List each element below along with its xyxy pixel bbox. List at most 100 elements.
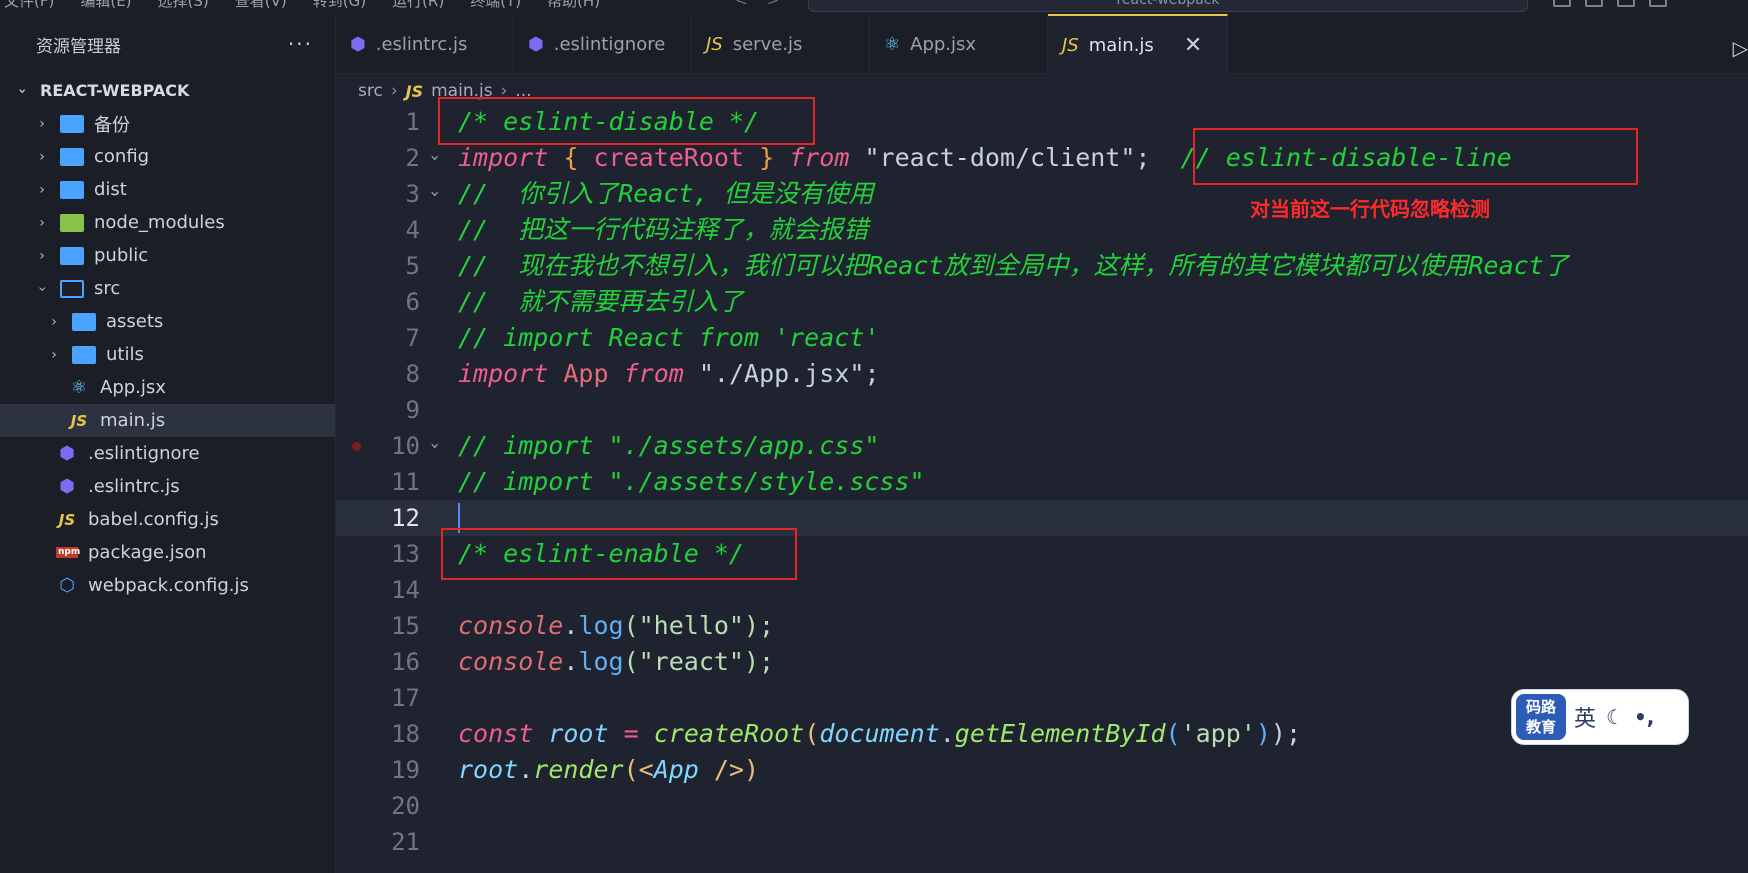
fold-chevron-icon[interactable]: › bbox=[417, 443, 453, 449]
menu-bar: 文件(F) 编辑(E) 选择(S) 查看(V) 转到(G) 运行(R) 终端(T… bbox=[0, 0, 1748, 14]
tree-folder-src[interactable]: › src bbox=[0, 272, 335, 305]
folder-icon bbox=[60, 147, 84, 166]
tab-label: App.jsx bbox=[910, 33, 977, 55]
command-center[interactable]: react-webpack bbox=[808, 0, 1528, 12]
line-number: 6 bbox=[405, 288, 420, 316]
code-text: // 就不需要再去引入了 bbox=[458, 287, 744, 316]
tree-folder-dist[interactable]: › dist bbox=[0, 173, 335, 206]
tree-folder-backup[interactable]: › 备份 bbox=[0, 107, 335, 140]
menu-help[interactable]: 帮助(H) bbox=[543, 0, 604, 11]
code-line: 7 // import React from 'react' bbox=[336, 320, 1748, 356]
explorer-sidebar: 资源管理器 ··· › REACT-WEBPACK › 备份 › config … bbox=[0, 14, 336, 873]
menu-run[interactable]: 运行(R) bbox=[388, 0, 448, 11]
line-number: 19 bbox=[391, 756, 420, 784]
tab-eslintignore[interactable]: ⬢ .eslintignore bbox=[514, 14, 692, 74]
punctuation-icon[interactable]: •, bbox=[1634, 705, 1654, 729]
line-number: 21 bbox=[391, 828, 420, 856]
tree-folder-config[interactable]: › config bbox=[0, 140, 335, 173]
chevron-right-icon: › bbox=[39, 148, 45, 165]
tree-folder-node-modules[interactable]: › node_modules bbox=[0, 206, 335, 239]
line-number: 1 bbox=[405, 108, 420, 136]
tab-main-js[interactable]: JS main.js ✕ bbox=[1048, 14, 1228, 74]
fold-chevron-icon[interactable]: › bbox=[417, 191, 453, 197]
menu-go[interactable]: 转到(G) bbox=[309, 0, 370, 11]
customize-layout-icon[interactable] bbox=[1649, 0, 1667, 7]
tree-file-eslintignore[interactable]: ⬢ .eslintignore bbox=[0, 437, 335, 470]
tree-label: webpack.config.js bbox=[88, 575, 249, 596]
project-root[interactable]: › REACT-WEBPACK bbox=[0, 74, 335, 107]
code-text: console.log("hello"); bbox=[458, 611, 775, 640]
toggle-panel-icon[interactable] bbox=[1585, 0, 1603, 7]
code-text: // 现在我也不想引入，我们可以把React放到全局中，这样，所有的其它模块都可… bbox=[458, 251, 1569, 280]
code-line: 4 // 把这一行代码注释了，就会报错 bbox=[336, 212, 1748, 248]
folder-icon bbox=[72, 345, 96, 364]
menu-selection[interactable]: 选择(S) bbox=[154, 0, 213, 11]
ime-language-toggle[interactable]: 英 bbox=[1574, 701, 1596, 733]
react-icon: ⚛ bbox=[884, 33, 901, 55]
layout-controls bbox=[1553, 0, 1667, 7]
tree-file-main-js[interactable]: JS main.js bbox=[0, 404, 335, 437]
tree-file-webpack-config[interactable]: ⬡ webpack.config.js bbox=[0, 569, 335, 602]
line-number: 13 bbox=[391, 540, 420, 568]
code-line: 8 import App from "./App.jsx"; bbox=[336, 356, 1748, 392]
line-number: 8 bbox=[405, 360, 420, 388]
more-actions-icon[interactable]: ··· bbox=[288, 32, 313, 56]
tab-label: serve.js bbox=[732, 33, 803, 55]
toggle-secondary-sidebar-icon[interactable] bbox=[1617, 0, 1635, 7]
chevron-down-icon: › bbox=[34, 285, 50, 292]
eslint-icon: ⬢ bbox=[528, 33, 544, 55]
moon-icon[interactable]: ☾ bbox=[1606, 705, 1624, 729]
folder-icon bbox=[60, 246, 84, 265]
tree-folder-public[interactable]: › public bbox=[0, 239, 335, 272]
annotation-box-disable bbox=[438, 97, 815, 145]
line-number: 10 bbox=[391, 432, 420, 460]
fold-chevron-icon[interactable]: › bbox=[417, 155, 453, 161]
code-line: 21 bbox=[336, 824, 1748, 860]
tree-folder-utils[interactable]: › utils bbox=[0, 338, 335, 371]
close-icon[interactable]: ✕ bbox=[1184, 33, 1202, 58]
tree-label: .eslintignore bbox=[88, 443, 200, 464]
react-icon: ⚛ bbox=[70, 377, 88, 398]
tab-eslintrc[interactable]: ⬢ .eslintrc.js bbox=[336, 14, 514, 74]
tree-file-babel-config[interactable]: JS babel.config.js bbox=[0, 503, 335, 536]
tab-serve[interactable]: JS serve.js bbox=[692, 14, 870, 74]
tree-file-app-jsx[interactable]: ⚛ App.jsx bbox=[0, 371, 335, 404]
chevron-right-icon: › bbox=[39, 214, 45, 231]
line-number: 14 bbox=[391, 576, 420, 604]
tree-file-eslintrc[interactable]: ⬢ .eslintrc.js bbox=[0, 470, 335, 503]
npm-icon: npm bbox=[56, 547, 81, 558]
menu-view[interactable]: 查看(V) bbox=[231, 0, 291, 11]
line-number: 7 bbox=[405, 324, 420, 352]
tree-label: node_modules bbox=[94, 212, 225, 233]
js-icon: JS bbox=[706, 33, 723, 55]
chevron-right-icon: › bbox=[39, 115, 45, 132]
tab-label: main.js bbox=[1088, 34, 1154, 56]
run-icon[interactable]: ▷ bbox=[1733, 36, 1748, 60]
code-text: // 你引入了React, 但是没有使用 bbox=[458, 179, 874, 208]
code-text: import App from "./App.jsx"; bbox=[458, 359, 880, 388]
line-number: 16 bbox=[391, 648, 420, 676]
tree-file-package-json[interactable]: npm package.json bbox=[0, 536, 335, 569]
js-icon: JS bbox=[405, 81, 424, 101]
menu-edit[interactable]: 编辑(E) bbox=[76, 0, 135, 11]
ime-toolbar[interactable]: 码路 教育 英 ☾ •, bbox=[1512, 690, 1688, 744]
menu-terminal[interactable]: 终端(T) bbox=[466, 0, 525, 11]
tab-app-jsx[interactable]: ⚛ App.jsx bbox=[870, 14, 1048, 74]
code-text: // import "./assets/style.scss" bbox=[458, 467, 925, 496]
webpack-icon: ⬡ bbox=[59, 575, 75, 596]
code-line: 6 // 就不需要再去引入了 bbox=[336, 284, 1748, 320]
toggle-sidebar-icon[interactable] bbox=[1553, 0, 1571, 7]
tree-folder-assets[interactable]: › assets bbox=[0, 305, 335, 338]
code-editor[interactable]: 1 /* eslint-disable */ 2 › import { crea… bbox=[336, 104, 1748, 873]
menu-file[interactable]: 文件(F) bbox=[0, 0, 58, 11]
tree-label: App.jsx bbox=[100, 377, 166, 398]
tree-label: main.js bbox=[100, 410, 166, 431]
line-number: 11 bbox=[391, 468, 420, 496]
code-line: 9 bbox=[336, 392, 1748, 428]
breadcrumb-folder[interactable]: src bbox=[358, 81, 383, 101]
explorer-title: 资源管理器 bbox=[36, 36, 121, 57]
code-line: 5 // 现在我也不想引入，我们可以把React放到全局中，这样，所有的其它模块… bbox=[336, 248, 1748, 284]
nav-arrows[interactable]: < > bbox=[735, 0, 779, 9]
editor-tabs: ⬢ .eslintrc.js ⬢ .eslintignore JS serve.… bbox=[336, 14, 1748, 74]
chevron-right-icon: › bbox=[39, 247, 45, 264]
